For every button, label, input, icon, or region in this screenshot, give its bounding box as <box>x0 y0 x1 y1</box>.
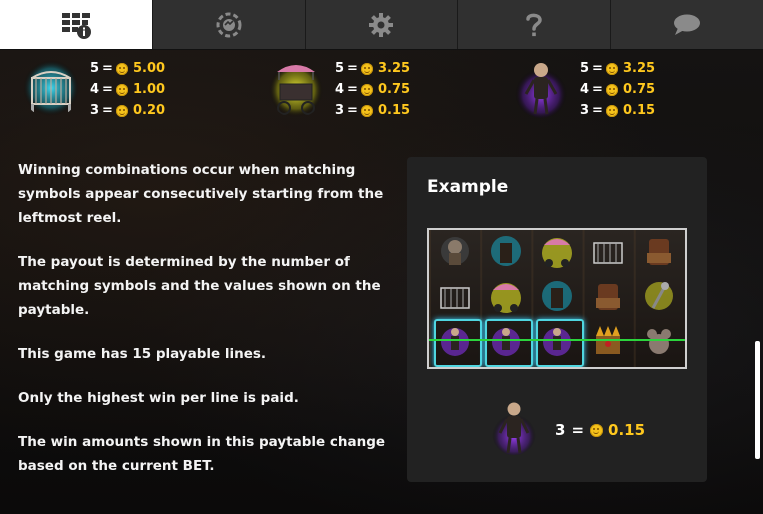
pay-row: 3 = 0.20 <box>90 100 165 121</box>
match-count: 4 <box>90 82 100 97</box>
puppet-symbol-icon <box>515 63 567 118</box>
scrollbar-thumb[interactable] <box>755 341 760 459</box>
example-title: Example <box>427 177 509 197</box>
match-count: 3 <box>335 103 345 118</box>
coin-icon <box>361 83 373 96</box>
paytable-entry-puppet: 5 = 3.25 4 = 0.75 3 = 0.15 <box>512 58 712 122</box>
coin-icon <box>606 104 618 117</box>
equals-sign: = <box>592 82 603 97</box>
coin-icon <box>361 62 373 75</box>
example-reels <box>427 228 687 369</box>
equals-sign: = <box>347 61 358 76</box>
reel-symbol <box>491 236 521 266</box>
rules-description: Winning combinations occur when matching… <box>18 158 388 498</box>
pay-row: 5 = 5.00 <box>90 58 165 79</box>
reel-symbol <box>441 237 469 265</box>
payout-value: 0.75 <box>623 82 656 97</box>
coin-icon <box>361 104 373 117</box>
paytable-crib-rows: 5 = 5.00 4 = 1.00 3 = 0.20 <box>90 58 165 121</box>
tab-paytable-info[interactable] <box>0 0 153 49</box>
paytable-pram-rows: 5 = 3.25 4 = 0.75 3 = 0.15 <box>335 58 410 121</box>
payout-value: 0.15 <box>608 421 646 439</box>
payout-value: 3.25 <box>378 61 411 76</box>
paytable-info-icon <box>61 12 91 39</box>
payout-value: 1.00 <box>133 82 166 97</box>
crib-symbol-icon <box>23 60 79 116</box>
rules-paragraph: This game has 15 playable lines. <box>18 346 267 362</box>
rules-paragraph: The win amounts shown in this paytable c… <box>18 434 386 474</box>
rules-paragraph: Winning combinations occur when matching… <box>18 162 384 226</box>
match-count: 5 <box>580 61 590 76</box>
tab-settings[interactable] <box>305 0 459 49</box>
equals-sign: = <box>347 103 358 118</box>
payout-value: 0.75 <box>378 82 411 97</box>
equals-sign: = <box>347 82 358 97</box>
reel-symbol <box>647 329 671 354</box>
pay-row: 3 = 0.15 <box>580 100 655 121</box>
tab-help[interactable] <box>458 0 612 49</box>
equals-sign: = <box>102 82 113 97</box>
match-count: 3 <box>580 103 590 118</box>
reel-symbol <box>647 239 671 265</box>
payout-value: 5.00 <box>133 61 166 76</box>
reel-symbol <box>542 281 572 311</box>
pay-row: 3 = 0.15 <box>335 100 410 121</box>
equals-sign: = <box>102 103 113 118</box>
winning-symbol-highlight <box>434 319 482 367</box>
match-count: 4 <box>335 82 345 97</box>
gear-icon <box>369 12 394 37</box>
pay-row: 4 = 1.00 <box>90 79 165 100</box>
payout-value: 3.25 <box>623 61 656 76</box>
match-count: 5 <box>335 61 345 76</box>
paytable-entry-crib: 5 = 5.00 4 = 1.00 3 = 0.20 <box>22 58 222 122</box>
match-count: 3 <box>90 103 100 118</box>
paytable-puppet-rows: 5 = 3.25 4 = 0.75 3 = 0.15 <box>580 58 655 121</box>
coin-icon <box>116 62 128 75</box>
menu-tab-bar <box>0 0 763 50</box>
coin-icon <box>590 423 604 437</box>
coin-icon <box>116 104 128 117</box>
tab-chat[interactable] <box>611 0 763 49</box>
paytable-entry-pram: 5 = 3.25 4 = 0.75 3 = 0.15 <box>267 58 467 122</box>
reel-symbol <box>593 242 623 264</box>
match-count: 4 <box>580 82 590 97</box>
coin-icon <box>606 62 618 75</box>
equals-sign: = <box>102 61 113 76</box>
rules-paragraph: The payout is determined by the number o… <box>18 254 381 318</box>
reel-symbol <box>542 238 572 268</box>
pay-row: 4 = 0.75 <box>580 79 655 100</box>
question-icon <box>526 13 543 36</box>
tab-chips[interactable] <box>152 0 306 49</box>
coin-icon <box>116 83 128 96</box>
equals-sign: = <box>592 103 603 118</box>
win-line <box>429 339 685 341</box>
payout-value: 0.15 <box>623 103 656 118</box>
puppet-symbol-icon <box>492 402 536 455</box>
match-count: 3 <box>555 421 566 439</box>
winning-symbol-highlight <box>485 319 533 367</box>
reel-symbol <box>596 284 620 310</box>
chip-icon <box>216 12 242 37</box>
payout-value: 0.15 <box>378 103 411 118</box>
reel-symbol <box>645 282 673 310</box>
coin-icon <box>606 83 618 96</box>
pay-row: 5 = 3.25 <box>580 58 655 79</box>
payout-value: 0.20 <box>133 103 166 118</box>
example-panel: Example 3 = 0.15 <box>407 157 707 482</box>
pay-row: 5 = 3.25 <box>335 58 410 79</box>
match-count: 5 <box>90 61 100 76</box>
reel-symbol <box>440 287 470 309</box>
chat-bubble-icon <box>674 14 701 35</box>
rules-paragraph: Only the highest win per line is paid. <box>18 390 299 406</box>
pay-row: 4 = 0.75 <box>335 79 410 100</box>
equals-sign: = <box>571 421 585 439</box>
example-payout: 3 = 0.15 <box>555 421 645 439</box>
reel-symbol <box>491 283 521 313</box>
winning-symbol-highlight <box>536 319 584 367</box>
equals-sign: = <box>592 61 603 76</box>
pram-symbol-icon <box>269 63 323 117</box>
